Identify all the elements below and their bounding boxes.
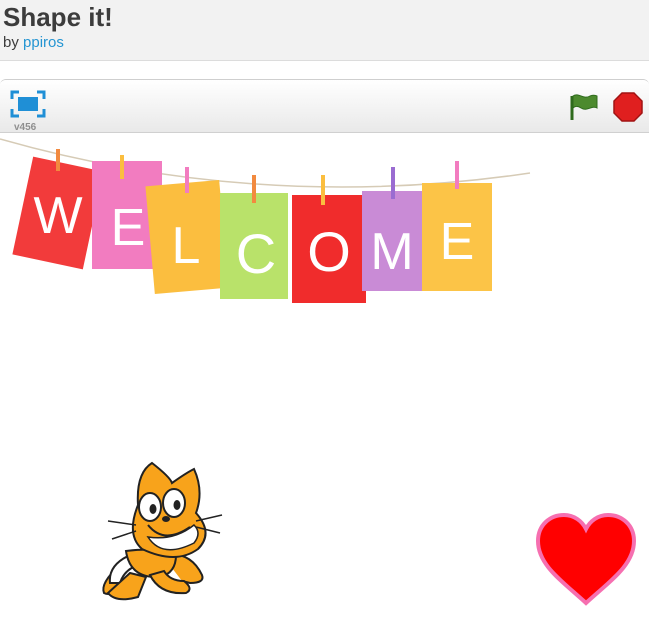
author-link[interactable]: ppiros xyxy=(23,34,64,51)
banner-card: L xyxy=(145,167,229,295)
banner-letter: E xyxy=(111,199,146,257)
banner-card: O xyxy=(292,175,366,303)
by-label: by xyxy=(3,34,19,51)
byline: by ppiros xyxy=(3,34,64,51)
banner-letter: C xyxy=(236,222,276,285)
player-controls: v456 xyxy=(0,80,649,133)
welcome-banner: W E L C O M E xyxy=(0,138,531,303)
banner-letter: M xyxy=(370,223,413,281)
banner-letter: W xyxy=(33,187,82,245)
version-label: v456 xyxy=(14,122,37,133)
stop-icon xyxy=(613,92,643,122)
green-flag-button[interactable] xyxy=(568,92,600,122)
banner-letter: L xyxy=(172,217,201,275)
heart-sprite[interactable] xyxy=(534,511,638,609)
stop-button[interactable] xyxy=(613,92,643,122)
banner-card: C xyxy=(220,175,288,299)
project-header: Shape it! by ppiros xyxy=(0,0,649,61)
banner-letter: O xyxy=(307,220,351,283)
project-title: Shape it! xyxy=(3,2,113,32)
banner-letter: E xyxy=(440,213,475,271)
banner-card: E xyxy=(422,161,492,291)
cat-sprite[interactable] xyxy=(90,455,230,605)
fullscreen-icon xyxy=(10,90,46,118)
stage[interactable]: W E L C O M E xyxy=(0,133,649,623)
project-player: v456 W E L C O M E xyxy=(0,79,649,623)
fullscreen-button[interactable] xyxy=(10,90,46,118)
banner-card: W xyxy=(12,149,104,270)
green-flag-icon xyxy=(570,94,598,120)
